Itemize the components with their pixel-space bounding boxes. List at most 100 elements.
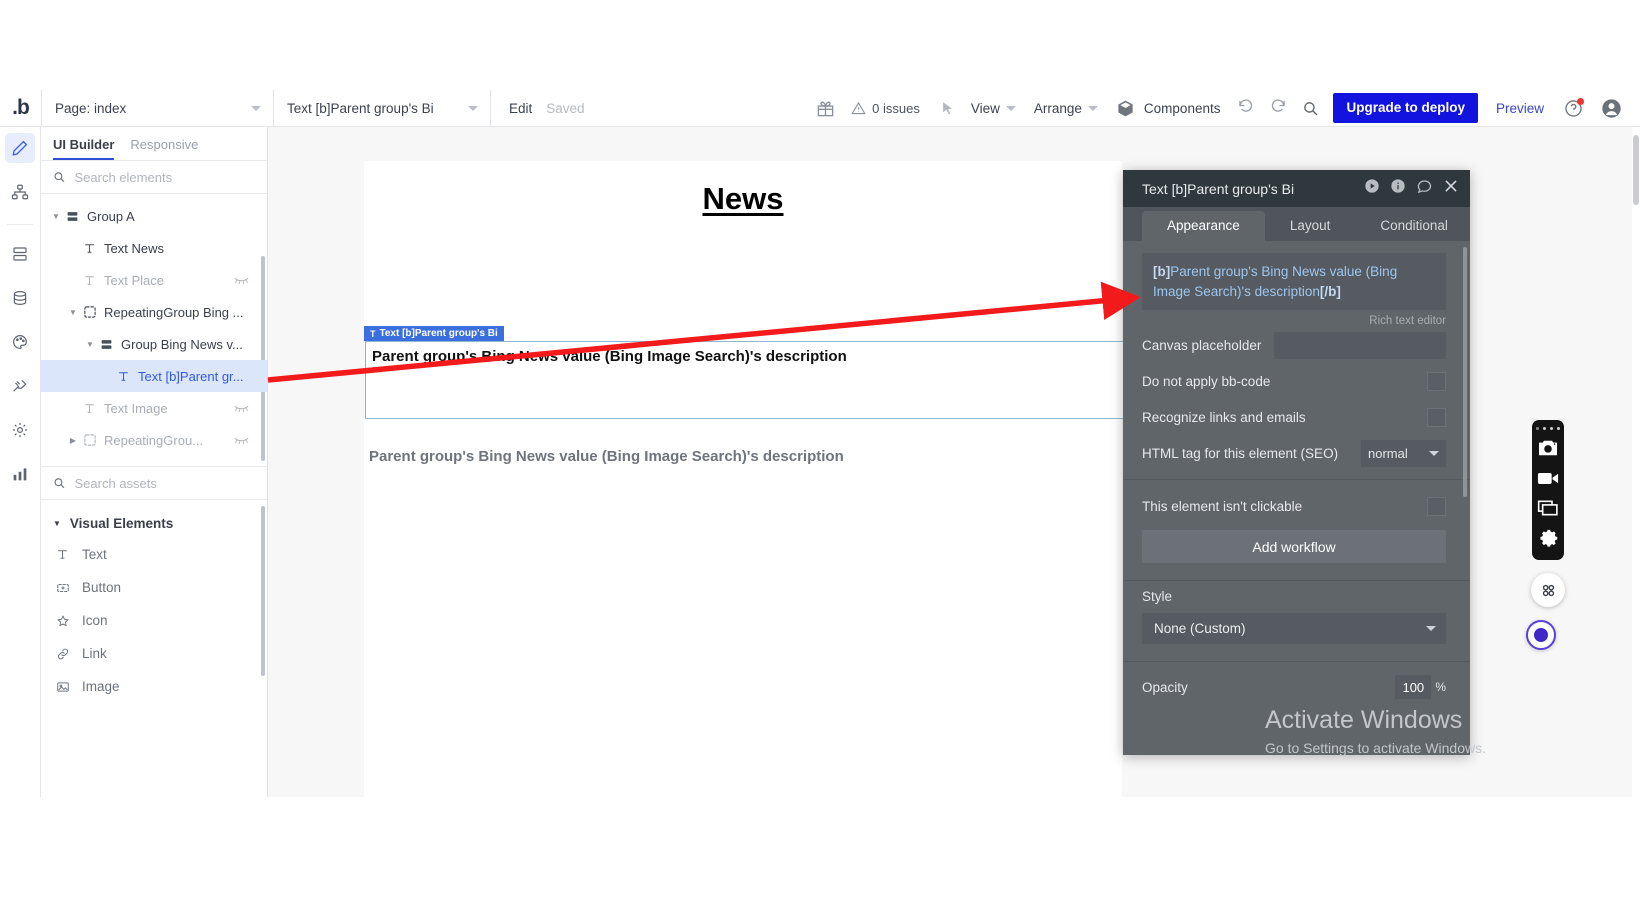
hidden-eye-icon[interactable]: [234, 401, 249, 416]
tab-conditional[interactable]: Conditional: [1355, 211, 1470, 241]
canvas-below-text[interactable]: Parent group's Bing News value (Bing Ima…: [369, 448, 844, 465]
search-icon[interactable]: [1302, 100, 1319, 117]
rail-item-styles-palette[interactable]: [5, 327, 35, 357]
caret-down-icon[interactable]: ▼: [49, 212, 63, 221]
cursor-tool-icon[interactable]: [940, 100, 955, 117]
palette-item[interactable]: Icon: [41, 604, 267, 637]
style-select[interactable]: None (Custom): [1142, 613, 1446, 644]
tab-ui-builder[interactable]: UI Builder: [53, 137, 114, 160]
video-camera-icon[interactable]: [1537, 463, 1559, 493]
canvas-right-scroll-thumb[interactable]: [1633, 135, 1639, 205]
caret-down-icon[interactable]: ▼: [66, 308, 80, 317]
tab-appearance[interactable]: Appearance: [1142, 211, 1265, 241]
upgrade-to-deploy-button[interactable]: Upgrade to deploy: [1333, 93, 1478, 123]
tree-node[interactable]: Text Image: [41, 392, 267, 424]
issues-indicator[interactable]: 0 issues: [851, 101, 920, 116]
palette-item[interactable]: Link: [41, 637, 267, 670]
gear-icon[interactable]: [1538, 523, 1559, 553]
tree-node[interactable]: ▼RepeatingGroup Bing ...: [41, 296, 267, 328]
canvas-placeholder-row: Canvas placeholder: [1123, 327, 1470, 363]
palette-section-visual-elements[interactable]: ▼ Visual Elements: [41, 508, 267, 538]
logo-letter: b: [17, 96, 29, 120]
tree-node[interactable]: Text [b]Parent gr...: [41, 360, 267, 392]
search-assets-row: [41, 466, 267, 500]
chevron-down-icon: [251, 106, 261, 111]
help-icon[interactable]: [1564, 99, 1583, 118]
hidden-eye-icon[interactable]: [234, 273, 249, 288]
tree-node-label: Text [b]Parent gr...: [138, 369, 244, 384]
record-circle-icon[interactable]: [1526, 620, 1556, 650]
search-elements-input[interactable]: [75, 170, 255, 185]
bbcode-close-tag: [/b]: [1320, 284, 1341, 299]
tree-node[interactable]: Text Place: [41, 264, 267, 296]
tree-node[interactable]: Text Video: [41, 456, 267, 466]
rail-item-design-pencil[interactable]: [5, 133, 35, 163]
rich-text-editor-hint[interactable]: Rich text editor: [1123, 310, 1470, 327]
layers-icon: [11, 245, 29, 263]
text-icon: [80, 242, 99, 255]
html-tag-select[interactable]: normal: [1361, 440, 1446, 467]
chevron-down-icon: [468, 106, 478, 111]
opacity-input[interactable]: 100: [1395, 675, 1431, 699]
hidden-eye-icon[interactable]: [234, 465, 249, 467]
text-icon: [114, 370, 133, 383]
rail-item-settings-gear[interactable]: [5, 415, 35, 445]
tree-node[interactable]: ▼Group A: [41, 200, 267, 232]
grid-apps-icon[interactable]: [1531, 573, 1565, 607]
bubble-logo[interactable]: .b: [0, 90, 41, 127]
tree-node[interactable]: ▶RepeatingGrou...: [41, 424, 267, 456]
preview-link[interactable]: Preview: [1496, 101, 1544, 116]
page-sheet[interactable]: News T Text [b]Parent group's Bi Parent …: [364, 161, 1122, 797]
caret-down-icon[interactable]: ▼: [83, 340, 97, 349]
divider: [1123, 580, 1470, 581]
widget-handle[interactable]: [1536, 423, 1560, 433]
redo-icon[interactable]: [1269, 96, 1288, 120]
close-icon[interactable]: [1443, 178, 1459, 199]
issues-count: 0 issues: [872, 101, 920, 116]
clickable-checkbox[interactable]: [1427, 497, 1446, 516]
canvas-placeholder-input[interactable]: [1274, 332, 1446, 359]
bbcode-checkbox[interactable]: [1427, 372, 1446, 391]
rail-item-database[interactable]: [5, 283, 35, 313]
element-tree: ▼Group AText NewsText Place▼RepeatingGro…: [41, 194, 267, 466]
comment-icon[interactable]: [1416, 178, 1433, 200]
element-selector[interactable]: Text [b]Parent group's Bi: [274, 90, 490, 127]
hidden-eye-icon[interactable]: [234, 433, 249, 448]
rail-item-plugins[interactable]: [5, 371, 35, 401]
palette-item[interactable]: Button: [41, 571, 267, 604]
tree-node[interactable]: ▼Group Bing News v...: [41, 328, 267, 360]
tab-layout[interactable]: Layout: [1265, 211, 1356, 241]
components-menu[interactable]: Components: [1116, 99, 1221, 118]
divider: [1123, 479, 1470, 480]
play-icon[interactable]: [1364, 178, 1380, 199]
tree-node[interactable]: Text News: [41, 232, 267, 264]
property-panel-body: [b]Parent group's Bing News value (Bing …: [1123, 241, 1470, 755]
add-workflow-button[interactable]: Add workflow: [1142, 530, 1446, 563]
rail-item-logs-chart[interactable]: [5, 459, 35, 489]
window-capture-icon[interactable]: [1537, 493, 1559, 523]
camera-icon[interactable]: [1537, 433, 1559, 463]
gift-icon[interactable]: [816, 99, 835, 118]
search-assets-input[interactable]: [75, 476, 255, 491]
arrange-menu[interactable]: Arrange: [1034, 101, 1098, 116]
page-selector[interactable]: Page: index: [42, 90, 273, 127]
palette-item[interactable]: Image: [41, 670, 267, 703]
caret-right-icon[interactable]: ▶: [66, 436, 80, 445]
edit-menu[interactable]: Edit: [491, 101, 532, 116]
palette-item[interactable]: Text: [41, 538, 267, 571]
image-icon: [54, 680, 71, 694]
rail-item-sitemap[interactable]: [5, 177, 35, 207]
avatar[interactable]: [1601, 98, 1622, 119]
property-panel-scrollbar[interactable]: [1463, 247, 1467, 497]
rail-item-layers[interactable]: [5, 239, 35, 269]
info-icon[interactable]: [1390, 178, 1406, 199]
canvas-page-title[interactable]: News: [364, 181, 1122, 217]
rich-text-content-field[interactable]: [b]Parent group's Bing News value (Bing …: [1142, 253, 1446, 310]
repeating-group-icon: [80, 305, 99, 319]
undo-icon[interactable]: [1236, 96, 1255, 120]
view-menu[interactable]: View: [971, 101, 1016, 116]
recognize-links-checkbox[interactable]: [1427, 408, 1446, 427]
screen-recorder-widget[interactable]: [1532, 420, 1564, 560]
palette-scrollbar[interactable]: [261, 506, 265, 676]
tab-responsive[interactable]: Responsive: [130, 137, 198, 160]
